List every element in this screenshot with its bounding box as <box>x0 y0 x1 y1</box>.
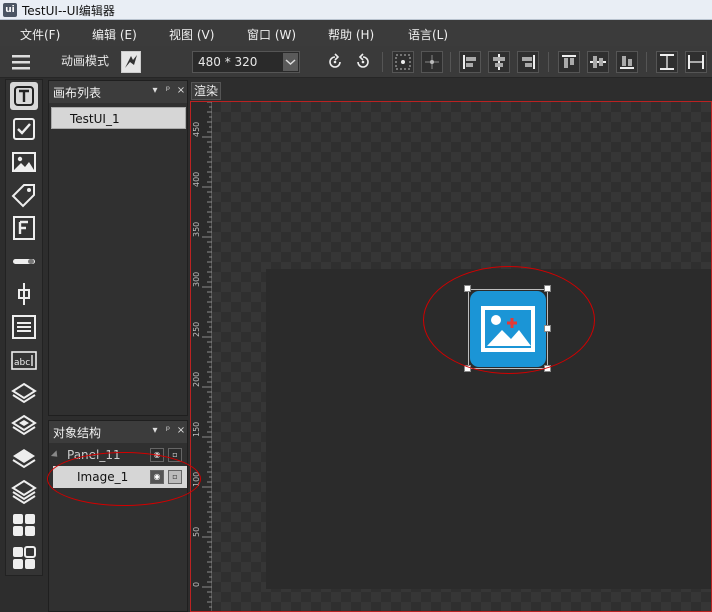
ruler-label: 200 <box>192 372 201 387</box>
tag-tool-icon[interactable] <box>10 181 38 209</box>
highlight-ellipse <box>47 452 201 506</box>
list-tool-icon[interactable] <box>10 313 38 341</box>
menu-window[interactable]: 窗口 (W) <box>247 26 296 43</box>
canvas-list-item[interactable]: TestUI_1 <box>51 107 186 129</box>
ruler-label: 300 <box>192 272 201 287</box>
vertical-ruler: 450 400 350 300 250 200 150 100 50 0 <box>191 102 212 611</box>
layers-multi-tool-icon[interactable] <box>10 478 38 506</box>
align-center-icon[interactable] <box>488 51 510 73</box>
app-icon: ui <box>3 3 17 17</box>
layers-tool-icon[interactable] <box>10 379 38 407</box>
grid-alt-tool-icon[interactable] <box>10 544 38 572</box>
font-tool-icon[interactable] <box>10 214 38 242</box>
rotate-cw-icon[interactable] <box>324 51 346 73</box>
canvas-list-title: 画布列表 <box>53 86 102 100</box>
align-bottom-icon[interactable] <box>616 51 638 73</box>
align-left-icon[interactable] <box>459 51 481 73</box>
center-handle-icon[interactable] <box>392 51 414 73</box>
toolbar: 动画模式 画布 480 * 320 <box>0 46 712 117</box>
expand-arrow-icon[interactable] <box>50 450 61 460</box>
dropdown-icon[interactable]: ▾ <box>149 425 161 437</box>
menu-edit[interactable]: 编辑 (E) <box>92 26 137 43</box>
ruler-label: 400 <box>192 172 201 187</box>
object-structure-title: 对象结构 <box>53 426 102 440</box>
text-tool-icon[interactable] <box>10 82 38 110</box>
menu-language[interactable]: 语言(L) <box>408 26 448 43</box>
pin-icon[interactable]: ᵖ <box>162 425 174 437</box>
ruler-label: 450 <box>192 122 201 137</box>
close-icon[interactable]: × <box>175 85 187 97</box>
menu-view[interactable]: 视图 (V) <box>169 26 214 43</box>
menu-file[interactable]: 文件(F) <box>20 26 60 43</box>
canvas-list-header: 画布列表 ▾ ᵖ × <box>49 81 187 103</box>
close-icon[interactable]: × <box>175 425 187 437</box>
pin-icon[interactable]: ᵖ <box>162 85 174 97</box>
align-right-icon[interactable] <box>517 51 539 73</box>
scroll-tool-icon[interactable] <box>10 280 38 308</box>
align-middle-icon[interactable] <box>587 51 609 73</box>
ruler-label: 350 <box>192 222 201 237</box>
svg-text:abc: abc <box>14 358 30 368</box>
grid-tool-icon[interactable] <box>10 511 38 539</box>
hamburger-icon[interactable] <box>8 51 34 73</box>
window-title: TestUI--UI编辑器 <box>22 4 115 18</box>
object-structure-header: 对象结构 ▾ ᵖ × <box>49 421 187 443</box>
canvas-size-select[interactable]: 480 * 320 <box>192 51 300 73</box>
highlight-ellipse <box>423 266 595 374</box>
title-bar: ui TestUI--UI编辑器 <box>0 0 712 20</box>
checkbox-tool-icon[interactable] <box>10 115 38 143</box>
distribute-vertical-icon[interactable] <box>656 51 678 73</box>
rotate-ccw-icon[interactable] <box>352 51 374 73</box>
layers-alt-tool-icon[interactable] <box>10 412 38 440</box>
dropdown-icon[interactable]: ▾ <box>149 85 161 97</box>
image-tool-icon[interactable] <box>10 148 38 176</box>
canvas-list-panel: 画布列表 ▾ ᵖ × TestUI_1 <box>48 80 188 416</box>
object-structure-panel: 对象结构 ▾ ᵖ × Panel_11 ◉ ▫ Image_1 ◉ ▫ <box>48 420 188 612</box>
ruler-label: 0 <box>192 582 201 587</box>
chevron-down-icon[interactable] <box>283 53 298 71</box>
widget-toolbox: abc <box>5 79 43 576</box>
animation-mode-label[interactable]: 动画模式 <box>52 51 118 73</box>
ruler-label: 250 <box>192 322 201 337</box>
animation-mode-icon[interactable] <box>121 51 141 73</box>
anchor-icon[interactable] <box>421 51 443 73</box>
align-top-icon[interactable] <box>558 51 580 73</box>
tab-render[interactable]: 渲染 <box>191 82 221 100</box>
render-viewport[interactable]: 450 400 350 300 250 200 150 100 50 0 <box>190 101 712 612</box>
ruler-label: 50 <box>192 527 201 537</box>
distribute-horizontal-icon[interactable] <box>685 51 707 73</box>
textfield-tool-icon[interactable]: abc <box>10 346 38 374</box>
ruler-label: 150 <box>192 422 201 437</box>
menu-help[interactable]: 帮助 (H) <box>328 26 374 43</box>
slider-tool-icon[interactable] <box>10 247 38 275</box>
menu-bar: 文件(F) 编辑 (E) 视图 (V) 窗口 (W) 帮助 (H) 语言(L) <box>0 20 712 46</box>
canvas-size-value: 480 * 320 <box>198 55 258 69</box>
layers-stack-tool-icon[interactable] <box>10 445 38 473</box>
